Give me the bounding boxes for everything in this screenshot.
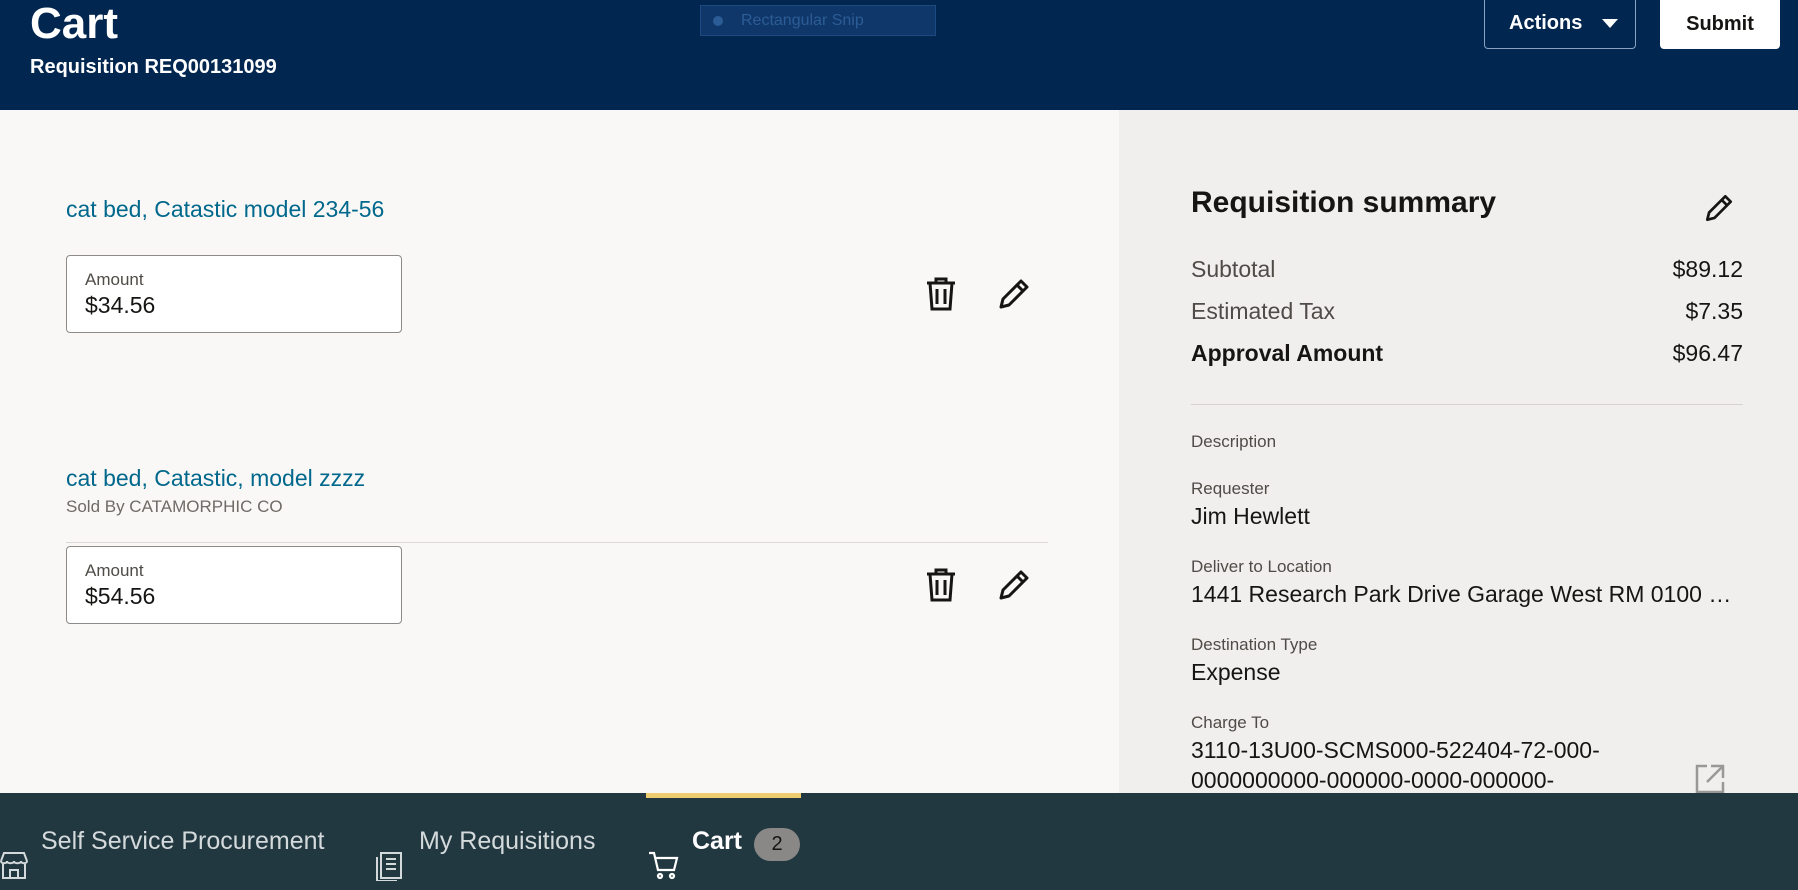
requester-value: Jim Hewlett bbox=[1191, 503, 1310, 529]
subtotal-value: $89.12 bbox=[1672, 256, 1743, 282]
clipboard-icon bbox=[373, 825, 405, 882]
amount-field[interactable]: Amount $34.56 bbox=[66, 255, 402, 333]
charge-label: Charge To bbox=[1191, 713, 1270, 732]
tax-label: Estimated Tax bbox=[1191, 298, 1336, 324]
amount-field[interactable]: Amount $54.56 bbox=[66, 546, 402, 624]
requisition-number: Requisition REQ00131099 bbox=[30, 56, 277, 78]
subtotal-label: Subtotal bbox=[1191, 256, 1276, 282]
active-tab-indicator bbox=[646, 793, 801, 798]
page-title: Cart bbox=[30, 0, 119, 48]
requisition-summary-panel: Requisition summary Subtotal $89.12 Esti… bbox=[1119, 110, 1798, 796]
deliver-label: Deliver to Location bbox=[1191, 557, 1332, 576]
charge-line: 3110-13U00-SCMS000-522404-72-000- bbox=[1191, 737, 1600, 763]
summary-divider bbox=[1191, 404, 1743, 405]
cart-icon bbox=[647, 825, 679, 880]
charge-line: 0000000000-000000-0000-000000- bbox=[1191, 767, 1555, 793]
deliver-value: 1441 Research Park Drive Garage West RM … bbox=[1191, 581, 1743, 607]
sold-by-text: Sold By CATAMORPHIC CO bbox=[66, 497, 283, 516]
cart-items-panel: cat bed, Catastic model 234-56 Amount $3… bbox=[0, 110, 1119, 793]
trash-icon[interactable] bbox=[921, 274, 961, 314]
trash-icon[interactable] bbox=[921, 565, 961, 605]
amount-label: Amount bbox=[85, 270, 144, 289]
cart-count-badge: 2 bbox=[754, 828, 800, 861]
item-title-link[interactable]: cat bed, Catastic model 234-56 bbox=[66, 196, 384, 223]
nav-label: Self Service Procurement bbox=[41, 827, 325, 855]
destination-value: Expense bbox=[1191, 659, 1281, 685]
actions-button[interactable]: Actions bbox=[1484, 0, 1636, 49]
bottom-nav: Self Service Procurement My Requisitions… bbox=[0, 793, 1798, 890]
external-link-icon[interactable] bbox=[1693, 762, 1727, 796]
description-label: Description bbox=[1191, 432, 1277, 451]
summary-title: Requisition summary bbox=[1191, 186, 1497, 219]
snip-label: Rectangular Snip bbox=[741, 12, 864, 29]
snip-dot-icon bbox=[713, 16, 723, 26]
pencil-icon[interactable] bbox=[994, 565, 1034, 605]
nav-label: Cart bbox=[692, 827, 743, 855]
amount-value: $54.56 bbox=[85, 583, 156, 609]
pencil-icon[interactable] bbox=[1701, 190, 1741, 230]
page-header: Cart Requisition REQ00131099 Rectangular… bbox=[0, 0, 1798, 110]
caret-down-icon bbox=[1602, 19, 1618, 28]
nav-my-requisitions[interactable]: My Requisitions bbox=[370, 793, 610, 890]
approval-value: $96.47 bbox=[1672, 340, 1743, 366]
pencil-icon[interactable] bbox=[994, 274, 1034, 314]
approval-label: Approval Amount bbox=[1191, 340, 1384, 366]
item-title-link[interactable]: cat bed, Catastic, model zzzz bbox=[66, 465, 365, 492]
amount-value: $34.56 bbox=[85, 292, 156, 318]
charge-value: 3110-13U00-SCMS000-522404-72-000- 000000… bbox=[1191, 735, 1743, 795]
rectangular-snip-overlay: Rectangular Snip bbox=[700, 5, 936, 36]
actions-label: Actions bbox=[1509, 12, 1583, 34]
requester-label: Requester bbox=[1191, 479, 1270, 498]
item-divider bbox=[66, 542, 1048, 543]
nav-self-service-procurement[interactable]: Self Service Procurement bbox=[0, 793, 330, 890]
amount-label: Amount bbox=[85, 561, 144, 580]
approval-row: Approval Amount $96.47 bbox=[1191, 340, 1743, 367]
destination-label: Destination Type bbox=[1191, 635, 1318, 654]
store-icon bbox=[0, 825, 30, 879]
subtotal-row: Subtotal $89.12 bbox=[1191, 256, 1743, 283]
nav-label: My Requisitions bbox=[419, 827, 596, 855]
tax-row: Estimated Tax $7.35 bbox=[1191, 298, 1743, 325]
tax-value: $7.35 bbox=[1685, 298, 1743, 324]
submit-button[interactable]: Submit bbox=[1660, 0, 1780, 49]
